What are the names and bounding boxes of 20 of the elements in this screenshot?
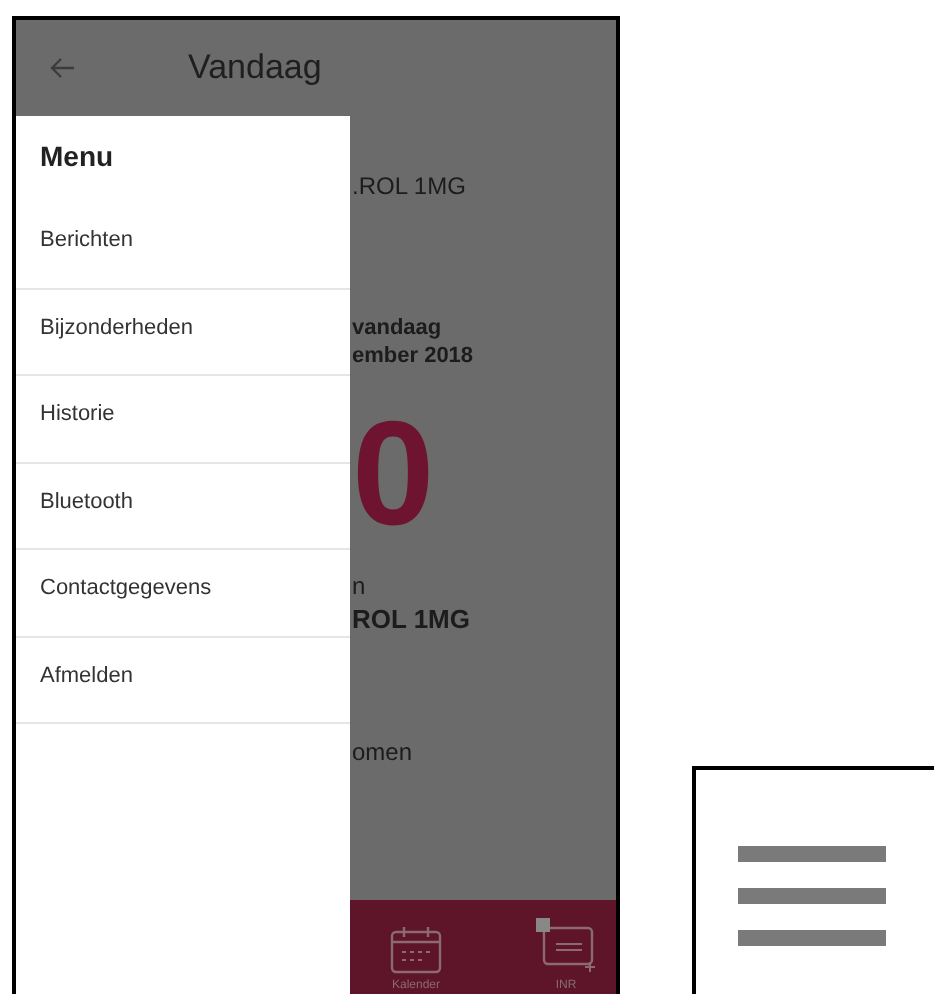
background-text: .ROL 1MG: [352, 172, 468, 200]
calendar-icon: [390, 926, 442, 974]
background-text: ember 2018: [352, 344, 476, 368]
menu-icon[interactable]: [738, 846, 886, 946]
menu-button[interactable]: [692, 766, 934, 994]
menu-item[interactable]: Bijzonderheden: [16, 289, 350, 376]
background-text: vandaag: [352, 316, 444, 340]
background-heading: ROL 1MG: [352, 604, 472, 634]
background-text: omen: [352, 738, 415, 766]
menu-item[interactable]: Berichten: [16, 202, 350, 289]
menu-item[interactable]: Afmelden: [16, 637, 350, 724]
menu-item[interactable]: Bluetooth: [16, 463, 350, 550]
background-text: n: [352, 572, 368, 600]
menu-item[interactable]: Contactgegevens: [16, 550, 350, 637]
dose-number: 0: [352, 404, 437, 544]
menu-item[interactable]: Historie: [16, 376, 350, 463]
screen-title: Vandaag: [188, 48, 322, 88]
drawer-title: Menu: [38, 138, 116, 176]
inr-icon: [536, 918, 596, 974]
back-arrow-icon[interactable]: [48, 56, 76, 80]
